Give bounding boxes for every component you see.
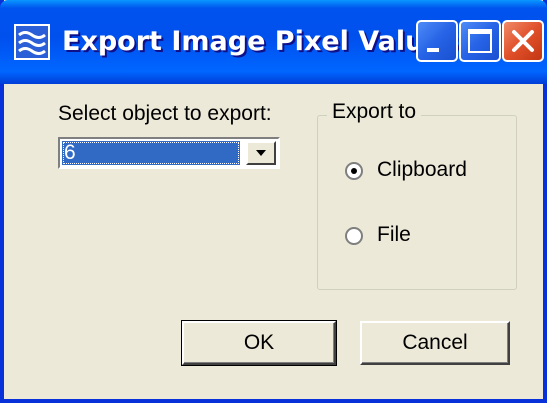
ok-button[interactable]: OK bbox=[181, 320, 337, 366]
minimize-icon bbox=[427, 48, 439, 52]
maximize-icon bbox=[468, 29, 492, 53]
maximize-button[interactable] bbox=[459, 20, 501, 62]
export-to-label: Export to bbox=[327, 100, 422, 124]
window-title: Export Image Pixel Values bbox=[62, 26, 459, 57]
title-bar[interactable]: Export Image Pixel Values bbox=[0, 0, 547, 84]
file-label[interactable]: File bbox=[377, 223, 411, 247]
select-object-label: Select object to export: bbox=[58, 102, 272, 125]
cancel-button[interactable]: Cancel bbox=[360, 321, 510, 365]
wave-app-icon bbox=[14, 24, 50, 60]
selected-object-value: 6 bbox=[62, 141, 240, 165]
clipboard-label[interactable]: Clipboard bbox=[377, 158, 467, 182]
dropdown-button[interactable] bbox=[246, 141, 276, 165]
minimize-button[interactable] bbox=[416, 20, 458, 62]
close-button[interactable] bbox=[502, 20, 544, 62]
file-radio[interactable] bbox=[345, 227, 363, 245]
chevron-down-icon bbox=[256, 150, 266, 156]
export-dialog-window: Export Image Pixel Values Select object … bbox=[0, 0, 547, 403]
clipboard-radio[interactable] bbox=[345, 162, 363, 180]
radio-selected-dot bbox=[351, 168, 357, 174]
object-select[interactable]: 6 bbox=[58, 137, 280, 169]
export-to-group bbox=[317, 115, 517, 290]
close-icon bbox=[512, 30, 534, 52]
